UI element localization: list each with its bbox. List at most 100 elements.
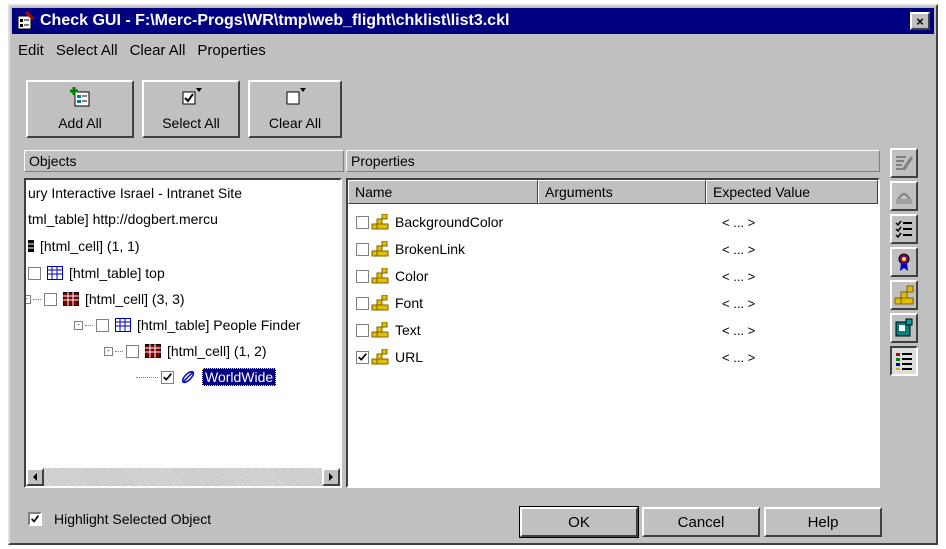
side-toolbar <box>890 148 920 379</box>
menu-edit[interactable]: Edit <box>18 42 44 59</box>
arrow-right-icon <box>329 473 333 481</box>
window-title: Check GUI - F:\Merc-Progs\WR\tmp\web_fli… <box>40 12 510 29</box>
tree-node-label: [html_cell] (1, 1) <box>40 238 140 254</box>
property-checkbox-checked[interactable] <box>356 350 369 364</box>
checklist-button[interactable] <box>890 214 918 244</box>
html-cell-icon <box>63 292 79 306</box>
tree-node-site[interactable]: ury Interactive Israel - Intranet Site <box>28 182 242 204</box>
property-icon <box>371 213 389 230</box>
property-expected-value[interactable]: < ... > <box>722 318 755 342</box>
property-icon <box>371 267 389 284</box>
property-row-url[interactable]: URL <box>356 345 423 369</box>
objects-tree[interactable]: ury Interactive Israel - Intranet Site t… <box>24 178 342 488</box>
property-row-text[interactable]: Text <box>356 318 421 342</box>
tree-connector <box>85 324 93 326</box>
properties-list[interactable]: Name Arguments Expected Value Background… <box>346 178 880 488</box>
property-expected-value[interactable]: < ... > <box>722 237 755 261</box>
scroll-left-button[interactable] <box>26 468 44 486</box>
menu-clear-all[interactable]: Clear All <box>130 42 186 59</box>
tree-checkbox[interactable] <box>28 266 41 280</box>
property-row-color[interactable]: Color <box>356 264 428 288</box>
properties-stack-button[interactable] <box>890 280 918 310</box>
property-row-font[interactable]: Font <box>356 291 423 315</box>
properties-header: Properties <box>346 150 880 172</box>
property-name: URL <box>395 349 424 365</box>
tree-connector <box>115 350 123 352</box>
tree-node-label: [html_table] People Finder <box>137 317 301 333</box>
app-icon <box>16 10 36 31</box>
tree-checkbox[interactable] <box>126 344 139 358</box>
toolbar: Add All Select All Clear All <box>26 80 342 138</box>
property-expected-value[interactable]: < ... > <box>722 210 755 234</box>
property-icon <box>371 321 389 338</box>
window-object-button[interactable] <box>890 313 918 343</box>
checklist-icon <box>895 220 912 239</box>
property-icon <box>371 348 389 365</box>
property-icon <box>371 240 389 257</box>
add-all-label: Add All <box>58 115 102 131</box>
property-row-brokenlink[interactable]: BrokenLink <box>356 237 465 261</box>
close-button[interactable]: × <box>910 12 930 30</box>
tree-connector <box>136 376 158 378</box>
list-view-button[interactable] <box>890 346 918 376</box>
html-cell-icon <box>28 239 34 253</box>
checkbox-checked[interactable] <box>28 512 42 526</box>
tree-node-cell-3-3[interactable]: - [html_cell] (3, 3) <box>26 288 185 310</box>
property-checkbox[interactable] <box>356 323 369 337</box>
property-name: Color <box>395 268 429 284</box>
tree-node-label: tml_table] http://dogbert.mercu <box>28 211 218 227</box>
cancel-button[interactable]: Cancel <box>642 507 760 537</box>
highlight-selected-object-checkbox[interactable]: Highlight Selected Object <box>28 511 211 527</box>
clear-all-button[interactable]: Clear All <box>248 80 342 138</box>
tree-checkbox-checked[interactable] <box>161 370 174 384</box>
column-expected-value[interactable]: Expected Value <box>706 180 878 204</box>
property-checkbox[interactable] <box>356 269 369 283</box>
menu-properties[interactable]: Properties <box>197 42 265 59</box>
property-name: Font <box>395 295 424 311</box>
tree-checkbox[interactable] <box>96 318 109 332</box>
arguments-button[interactable] <box>890 181 918 211</box>
property-expected-value[interactable]: < ... > <box>722 264 755 288</box>
property-checkbox[interactable] <box>356 242 369 256</box>
tree-checkbox[interactable] <box>44 292 57 306</box>
objects-header: Objects <box>24 150 344 172</box>
property-checkbox[interactable] <box>356 215 369 229</box>
add-all-button[interactable]: Add All <box>26 80 134 138</box>
tree-node-label: [html_cell] (3, 3) <box>85 291 185 307</box>
ok-button[interactable]: OK <box>519 506 639 538</box>
column-name[interactable]: Name <box>348 180 538 204</box>
tree-collapse-icon[interactable]: - <box>74 320 83 330</box>
tree-node-table-people-finder[interactable]: - [html_table] People Finder <box>74 314 300 336</box>
menu-select-all[interactable]: Select All <box>56 42 118 59</box>
property-expected-value[interactable]: < ... > <box>722 345 755 369</box>
tree-collapse-icon[interactable]: - <box>104 346 113 356</box>
tree-node-cell-1-1[interactable]: [html_cell] (1, 1) <box>28 235 140 257</box>
property-name: Text <box>395 322 421 338</box>
property-row-backgroundcolor[interactable]: BackgroundColor <box>356 210 503 234</box>
property-checkbox[interactable] <box>356 296 369 310</box>
stacked-blocks-icon <box>894 285 914 305</box>
tree-node-worldwide[interactable]: WorldWide <box>136 366 277 388</box>
horizontal-scrollbar[interactable] <box>26 468 340 486</box>
column-arguments[interactable]: Arguments <box>538 180 706 204</box>
scroll-right-button[interactable] <box>322 468 340 486</box>
html-table-icon <box>115 318 131 332</box>
help-button[interactable]: Help <box>764 507 882 537</box>
award-button[interactable] <box>890 247 918 277</box>
tree-node-label: [html_table] top <box>69 265 165 281</box>
tree-node-label-selected: WorldWide <box>202 368 277 386</box>
ribbon-award-icon <box>898 253 910 271</box>
property-expected-value[interactable]: < ... > <box>722 291 755 315</box>
tree-node-table-dogbert[interactable]: tml_table] http://dogbert.mercu <box>28 208 218 230</box>
property-name: BackgroundColor <box>395 214 504 230</box>
tree-node-cell-1-2[interactable]: - [html_cell] (1, 2) <box>104 340 267 362</box>
title-bar[interactable]: Check GUI - F:\Merc-Progs\WR\tmp\web_fli… <box>12 8 934 34</box>
list-view-icon <box>896 353 912 370</box>
edit-pencil-icon <box>896 156 914 170</box>
scroll-track[interactable] <box>44 468 322 486</box>
edit-property-button[interactable] <box>890 148 918 178</box>
clear-all-label: Clear All <box>268 115 322 131</box>
tree-node-table-top[interactable]: [html_table] top <box>28 262 165 284</box>
select-all-button[interactable]: Select All <box>142 80 240 138</box>
tree-collapse-icon[interactable]: - <box>26 294 31 304</box>
